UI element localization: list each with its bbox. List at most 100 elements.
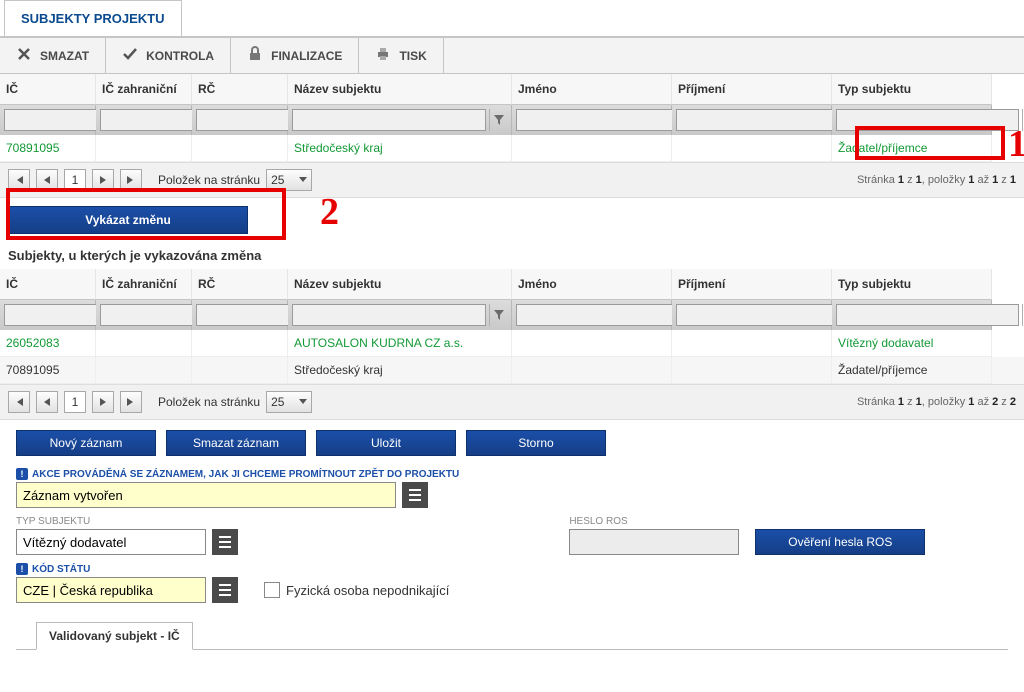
- cell-ic: 70891095: [0, 135, 96, 162]
- pager-first[interactable]: [8, 391, 30, 413]
- typ-subjektu-input[interactable]: [16, 529, 206, 555]
- filter-typ[interactable]: [836, 109, 1019, 131]
- pager-perpage-value: 25: [271, 173, 284, 187]
- toolbar: SMAZAT KONTROLA FINALIZACE TISK: [0, 36, 1024, 74]
- col-ic[interactable]: IČ: [0, 74, 96, 105]
- cell-jmeno: [512, 135, 672, 162]
- col-rc[interactable]: RČ: [192, 269, 288, 300]
- heslo-ros-label: HESLO ROS: [569, 516, 925, 527]
- pager-last[interactable]: [120, 391, 142, 413]
- col-ic-zahr[interactable]: IČ zahraniční: [96, 269, 192, 300]
- pager-perpage-select[interactable]: 25: [266, 391, 312, 413]
- pager-perpage-label: Položek na stránku: [158, 173, 260, 187]
- cell-nazev: AUTOSALON KUDRNA CZ a.s.: [288, 330, 512, 357]
- filter-nazev[interactable]: [292, 109, 486, 131]
- new-record-button[interactable]: Nový záznam: [16, 430, 156, 456]
- cell-typ: Vítězný dodavatel: [832, 330, 992, 357]
- grid2-filter: [0, 300, 1024, 330]
- pager-next[interactable]: [92, 391, 114, 413]
- akce-label: !AKCE PROVÁDĚNÁ SE ZÁZNAMEM, JAK JI CHCE…: [16, 468, 1008, 480]
- pager-first[interactable]: [8, 169, 30, 191]
- pager-info: Stránka 1 z 1, položky 1 až 2 z 2: [857, 396, 1016, 408]
- pager-prev[interactable]: [36, 169, 58, 191]
- kod-lookup-button[interactable]: [212, 577, 238, 603]
- akce-lookup-button[interactable]: [402, 482, 428, 508]
- check-icon: [122, 46, 138, 65]
- cancel-button[interactable]: Storno: [466, 430, 606, 456]
- grid1-row[interactable]: 70891095 Středočeský kraj Žadatel/příjem…: [0, 135, 1024, 162]
- col-ic-zahr[interactable]: IČ zahraniční: [96, 74, 192, 105]
- delete-record-button[interactable]: Smazat záznam: [166, 430, 306, 456]
- grid2-header: IČ IČ zahraniční RČ Název subjektu Jméno…: [0, 269, 1024, 300]
- grid1-pager: 1 Položek na stránku 25 Stránka 1 z 1, p…: [0, 162, 1024, 198]
- toolbar-print[interactable]: TISK: [359, 38, 443, 73]
- annotation-number-2: 2: [320, 190, 339, 234]
- x-icon: [16, 46, 32, 65]
- toolbar-label: FINALIZACE: [271, 49, 342, 63]
- vykazat-zmenu-button[interactable]: Vykázat změnu: [8, 206, 248, 234]
- heslo-ros-input[interactable]: [569, 529, 739, 555]
- cell-prijmeni: [672, 357, 832, 384]
- typ-label: TYP SUBJEKTU: [16, 516, 449, 527]
- pager-next[interactable]: [92, 169, 114, 191]
- pager-perpage-select[interactable]: 25: [266, 169, 312, 191]
- filter-nazev[interactable]: [292, 304, 486, 326]
- record-form: Nový záznam Smazat záznam Uložit Storno …: [0, 420, 1024, 660]
- pager-page[interactable]: 1: [64, 391, 86, 413]
- pager-perpage: Položek na stránku 25: [158, 391, 312, 413]
- cell-rc: [192, 357, 288, 384]
- cell-typ: Žadatel/příjemce: [832, 135, 992, 162]
- toolbar-label: SMAZAT: [40, 49, 89, 63]
- col-nazev[interactable]: Název subjektu: [288, 74, 512, 105]
- toolbar-delete[interactable]: SMAZAT: [0, 38, 106, 73]
- kod-statu-input[interactable]: [16, 577, 206, 603]
- grid1-filter: [0, 105, 1024, 135]
- typ-lookup-button[interactable]: [212, 529, 238, 555]
- col-jmeno[interactable]: Jméno: [512, 74, 672, 105]
- cell-jmeno: [512, 357, 672, 384]
- col-jmeno[interactable]: Jméno: [512, 269, 672, 300]
- cell-typ: Žadatel/příjemce: [832, 357, 992, 384]
- fyzicka-osoba-label: Fyzická osoba nepodnikající: [286, 583, 449, 598]
- lock-icon: [247, 46, 263, 65]
- akce-input[interactable]: [16, 482, 396, 508]
- save-button[interactable]: Uložit: [316, 430, 456, 456]
- cell-rc: [192, 330, 288, 357]
- pager-last[interactable]: [120, 169, 142, 191]
- page-tab[interactable]: SUBJEKTY PROJEKTU: [4, 0, 182, 36]
- col-typ[interactable]: Typ subjektu: [832, 74, 992, 105]
- grid2-row[interactable]: 70891095 Středočeský kraj Žadatel/příjem…: [0, 357, 1024, 384]
- chevron-down-icon: [299, 177, 307, 183]
- cell-prijmeni: [672, 135, 832, 162]
- filter-icon[interactable]: [489, 109, 507, 131]
- grid2-row[interactable]: 26052083 AUTOSALON KUDRNA CZ a.s. Vítězn…: [0, 330, 1024, 357]
- col-typ[interactable]: Typ subjektu: [832, 269, 992, 300]
- pager-info: Stránka 1 z 1, položky 1 až 1 z 1: [857, 174, 1016, 186]
- filter-typ[interactable]: [836, 304, 1019, 326]
- toolbar-finalize[interactable]: FINALIZACE: [231, 38, 359, 73]
- cell-jmeno: [512, 330, 672, 357]
- fyzicka-osoba-checkbox[interactable]: [264, 582, 280, 598]
- col-prijmeni[interactable]: Příjmení: [672, 269, 832, 300]
- annotation-number-1: 1: [1008, 122, 1024, 166]
- cell-ic-zahr: [96, 330, 192, 357]
- pager-prev[interactable]: [36, 391, 58, 413]
- cell-nazev: Středočeský kraj: [288, 135, 512, 162]
- kod-statu-label: !KÓD STÁTU: [16, 563, 449, 575]
- col-rc[interactable]: RČ: [192, 74, 288, 105]
- col-nazev[interactable]: Název subjektu: [288, 269, 512, 300]
- col-prijmeni[interactable]: Příjmení: [672, 74, 832, 105]
- grid1-header: IČ IČ zahraniční RČ Název subjektu Jméno…: [0, 74, 1024, 105]
- col-ic[interactable]: IČ: [0, 269, 96, 300]
- cell-ic-zahr: [96, 357, 192, 384]
- overeni-hesla-ros-button[interactable]: Ověření hesla ROS: [755, 529, 925, 555]
- toolbar-check[interactable]: KONTROLA: [106, 38, 231, 73]
- chevron-down-icon: [299, 399, 307, 405]
- filter-icon[interactable]: [489, 304, 507, 326]
- cell-ic: 26052083: [0, 330, 96, 357]
- tab-validovany-subjekt[interactable]: Validovaný subjekt - IČ: [36, 622, 193, 650]
- pager-page[interactable]: 1: [64, 169, 86, 191]
- pager-perpage-value: 25: [271, 395, 284, 409]
- toolbar-label: KONTROLA: [146, 49, 214, 63]
- pager-perpage: Položek na stránku 25: [158, 169, 312, 191]
